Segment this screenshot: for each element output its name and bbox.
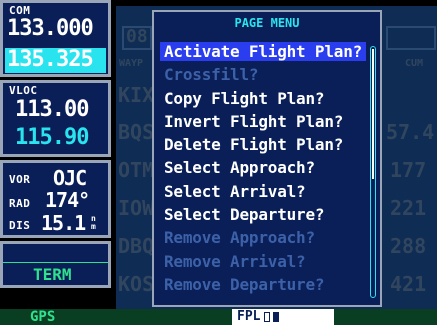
bg-wpt-5: DBQ [118, 234, 155, 258]
vloc-label: VLOC [9, 84, 38, 97]
menu-item-remove-departure[interactable]: Remove Departure? [164, 275, 325, 294]
menu-item-activate-flight-plan[interactable]: Activate Flight Plan? [160, 42, 367, 61]
vor-ident: OJC [53, 166, 87, 190]
vor-panel: VOR OJC RAD 174° DIS 15.1 n m [0, 160, 111, 238]
bg-val-6: 421 [390, 272, 427, 296]
fpl-page-label: FPL [237, 309, 261, 324]
menu-item-select-approach[interactable]: Select Approach? [164, 158, 315, 177]
com-panel[interactable]: COM 133.000 135.325 [0, 0, 111, 77]
menu-item-crossfill[interactable]: Crossfill? [164, 65, 259, 84]
menu-item-select-departure[interactable]: Select Departure? [164, 205, 325, 224]
menu-item-delete-flight-plan[interactable]: Delete Flight Plan? [164, 135, 343, 154]
com-standby-frequency[interactable]: 135.325 [7, 47, 94, 72]
cum-header: CUM [405, 58, 424, 69]
page-menu: PAGE MENU Activate Flight Plan? Crossfil… [152, 10, 382, 307]
radial-value: 174° [45, 188, 90, 212]
bg-val-4: 221 [390, 196, 427, 220]
bg-wpt-3: OTM [118, 158, 155, 182]
bg-wpt-1: KIX [118, 83, 155, 107]
status-bar [0, 309, 437, 325]
vloc-active-frequency: 113.00 [15, 97, 89, 122]
com-active-frequency: 133.000 [7, 16, 94, 41]
bg-wpt-2: BQS [118, 120, 155, 144]
bg-val-2: 57.4 [386, 120, 435, 144]
menu-item-remove-arrival[interactable]: Remove Arrival? [164, 252, 306, 271]
page-menu-title: PAGE MENU [234, 16, 300, 30]
gps-mode-label: GPS [30, 309, 56, 325]
menu-scrollbar[interactable] [370, 46, 376, 298]
menu-item-copy-flight-plan[interactable]: Copy Flight Plan? [164, 89, 325, 108]
menu-item-remove-approach[interactable]: Remove Approach? [164, 228, 315, 247]
page-indicator-box-2 [273, 312, 279, 322]
bg-val-3: 177 [390, 158, 427, 182]
dis-label: DIS [9, 219, 31, 232]
menu-item-select-arrival[interactable]: Select Arrival? [164, 182, 306, 201]
rad-label: RAD [9, 197, 31, 210]
menu-item-invert-flight-plan[interactable]: Invert Flight Plan? [164, 112, 343, 131]
wayp-header: WAYP [119, 58, 144, 69]
bg-wpt-6: KOS [118, 272, 155, 296]
bg-wpt-4: IOW [118, 196, 155, 220]
bg-val-5: 288 [390, 234, 427, 258]
page-indicator-box-1 [264, 312, 270, 322]
distance-unit: n m [91, 214, 96, 231]
mode-label: TERM [33, 265, 72, 284]
bg-dest-box [386, 26, 436, 50]
vloc-panel[interactable]: VLOC 113.00 115.90 [0, 80, 111, 157]
distance-value: 15.1 [41, 211, 86, 235]
vloc-standby-frequency[interactable]: 115.90 [15, 125, 89, 150]
vor-label: VOR [9, 173, 31, 186]
fp-number: 08 [126, 26, 148, 47]
mode-divider [3, 262, 108, 263]
mode-panel: TERM [0, 241, 111, 288]
menu-scrollbar-thumb[interactable] [372, 49, 374, 179]
